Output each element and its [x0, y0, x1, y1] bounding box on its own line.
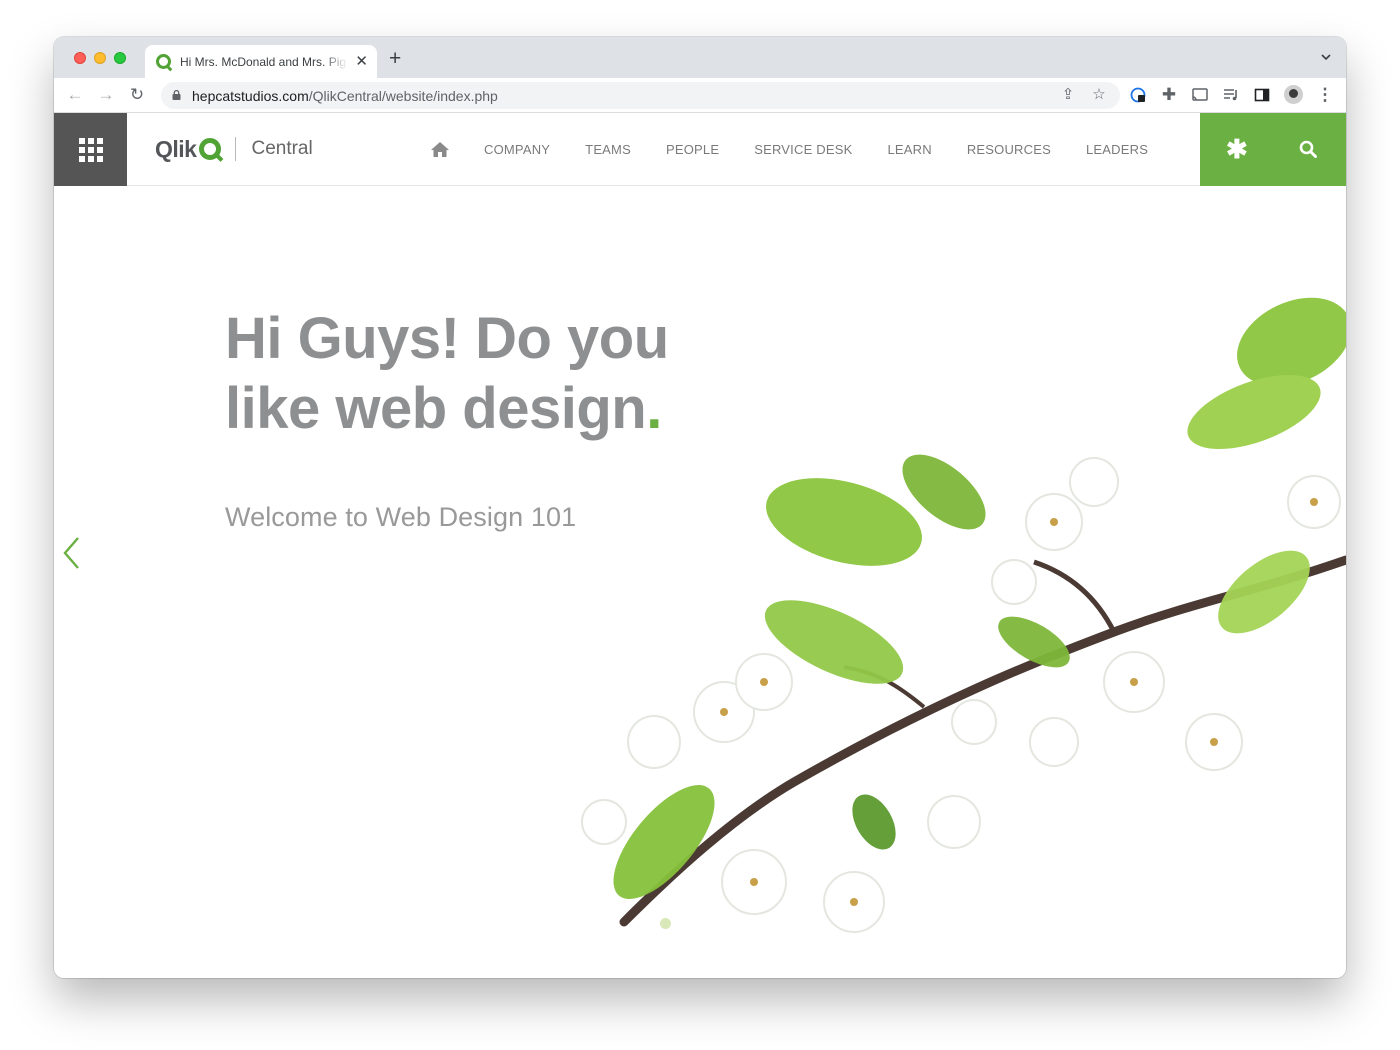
zoom-window-button[interactable] — [114, 52, 126, 64]
forward-arrow-icon[interactable]: → — [97, 86, 115, 104]
tab-search-chevron-icon[interactable] — [1320, 51, 1332, 63]
tab-strip: Hi Mrs. McDonald and Mrs. Pig ✕ + — [54, 37, 1346, 78]
previous-slide-arrow-icon[interactable] — [62, 536, 82, 570]
nav-item-people[interactable]: PEOPLE — [666, 142, 719, 157]
media-icon[interactable] — [1222, 86, 1240, 104]
profile-avatar[interactable] — [1284, 85, 1303, 104]
hero-title-dot: . — [646, 376, 662, 441]
back-arrow-icon[interactable]: ← — [66, 86, 84, 104]
star-icon[interactable]: ☆ — [1091, 87, 1107, 103]
minimize-window-button[interactable] — [94, 52, 106, 64]
nav-item-company[interactable]: COMPANY — [484, 142, 550, 157]
nav-item-leaders[interactable]: LEADERS — [1086, 142, 1148, 157]
asterisk-icon[interactable]: ✱ — [1226, 136, 1248, 162]
tab-close-icon[interactable]: ✕ — [355, 54, 368, 69]
desktop-background: Hi Mrs. McDonald and Mrs. Pig ✕ + ← → ↻ … — [0, 0, 1400, 1050]
nav-item-service-desk[interactable]: SERVICE DESK — [754, 142, 852, 157]
close-window-button[interactable] — [74, 52, 86, 64]
url-text: hepcatstudios.com/QlikCentral/website/in… — [192, 88, 498, 104]
hero-title-text: Hi Guys! Do you like web design — [225, 306, 669, 441]
hero-slider: Hi Guys! Do you like web design. Welcome… — [54, 186, 1346, 978]
active-tab[interactable]: Hi Mrs. McDonald and Mrs. Pig ✕ — [145, 45, 377, 78]
url-path: /QlikCentral/website/index.php — [308, 88, 498, 104]
browser-toolbar: ← → ↻ hepcatstudios.com/QlikCentral/webs… — [54, 78, 1346, 113]
hero-subtitle: Welcome to Web Design 101 — [225, 502, 577, 532]
lock-icon — [172, 90, 181, 100]
share-icon[interactable]: ⇪ — [1060, 87, 1076, 103]
browser-window: Hi Mrs. McDonald and Mrs. Pig ✕ + ← → ↻ … — [54, 37, 1346, 978]
qlik-favicon-icon — [156, 54, 171, 69]
window-controls — [74, 52, 126, 64]
header-actions: ✱ — [1200, 113, 1346, 186]
puzzle-icon[interactable]: ✚ — [1160, 86, 1178, 104]
extension-icon[interactable] — [1129, 86, 1147, 104]
search-icon[interactable] — [1299, 140, 1317, 158]
logo-suffix: Central — [251, 138, 313, 159]
main-nav: COMPANY TEAMS PEOPLE SERVICE DESK LEARN … — [430, 113, 1183, 186]
qlik-q-icon — [199, 138, 222, 160]
slide-indicator-dot[interactable] — [660, 918, 671, 929]
kebab-menu-icon[interactable]: ⋮ — [1316, 86, 1334, 104]
url-host: hepcatstudios.com — [192, 88, 309, 104]
hero-title: Hi Guys! Do you like web design. — [225, 304, 745, 444]
tab-title: Hi Mrs. McDonald and Mrs. Pig — [180, 54, 347, 69]
address-bar[interactable]: hepcatstudios.com/QlikCentral/website/in… — [161, 82, 1120, 109]
logo-wordmark: Qlik — [155, 135, 197, 162]
qlik-central-logo[interactable]: Qlik Central — [155, 133, 313, 165]
cast-icon[interactable] — [1191, 86, 1209, 104]
site-header: Qlik Central COMPANY TEAMS PEOPLE SERVIC… — [54, 113, 1346, 186]
nav-item-teams[interactable]: TEAMS — [585, 142, 631, 157]
home-icon[interactable] — [430, 141, 450, 158]
grid-icon — [78, 137, 103, 162]
logo-divider — [235, 137, 237, 161]
sidepanel-icon[interactable] — [1253, 86, 1271, 104]
new-tab-button[interactable]: + — [389, 48, 401, 69]
nav-item-resources[interactable]: RESOURCES — [967, 142, 1051, 157]
app-grid-button[interactable] — [54, 113, 127, 186]
nav-item-learn[interactable]: LEARN — [887, 142, 931, 157]
reload-icon[interactable]: ↻ — [128, 86, 146, 104]
